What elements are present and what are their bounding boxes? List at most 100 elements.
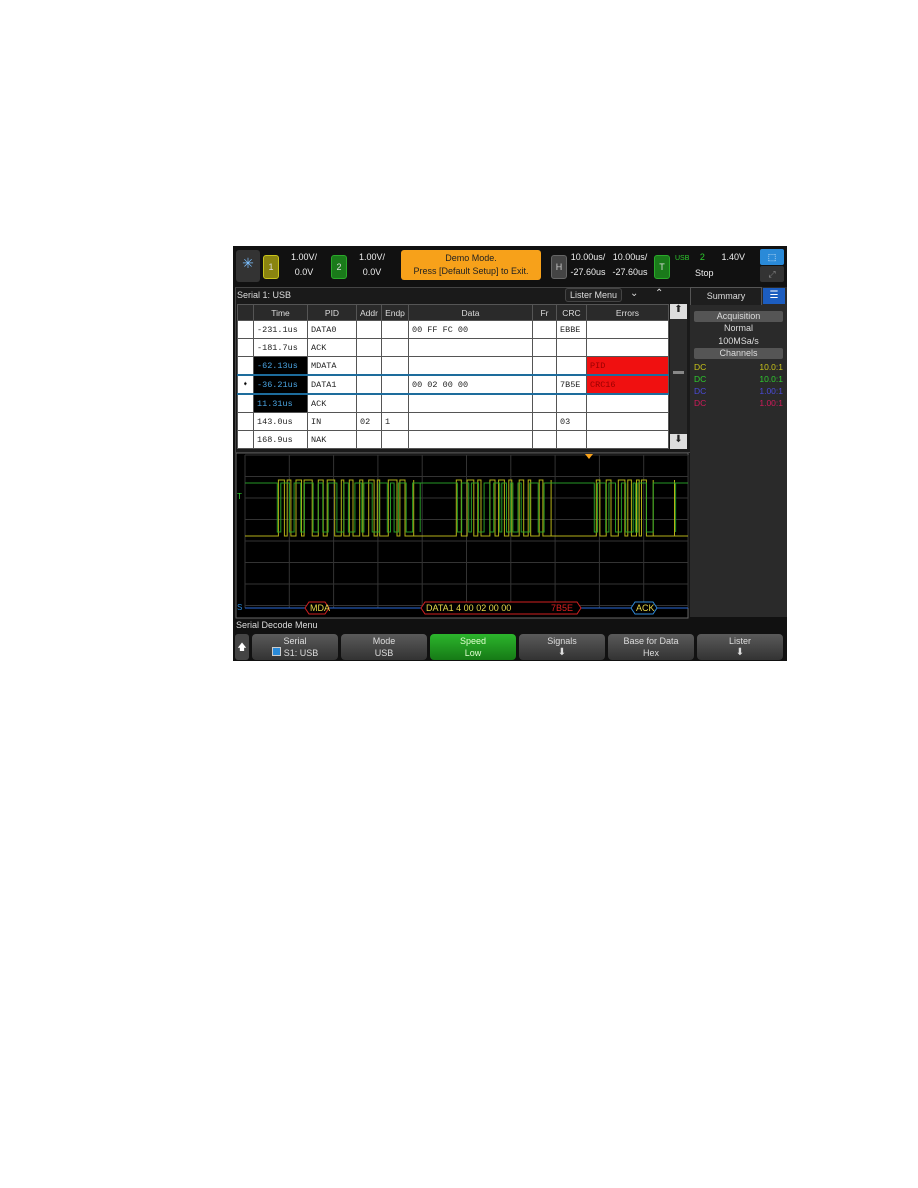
cell-addr xyxy=(356,320,382,339)
touch-gesture-icon[interactable]: ⤢ xyxy=(760,266,784,282)
softkey-serial[interactable]: Serial S1: USB xyxy=(252,634,338,660)
softkey-value-text: Low xyxy=(464,648,482,658)
col-endp[interactable]: Endp xyxy=(381,304,409,321)
run-status: Stop xyxy=(695,268,714,278)
cell-data xyxy=(408,356,533,376)
col-pid[interactable]: PID xyxy=(307,304,357,321)
cell-pid: ACK xyxy=(307,338,357,357)
cell-errors xyxy=(586,412,669,431)
summary-menu-icon[interactable]: ☰ xyxy=(763,288,785,304)
scroll-down-arrow-icon[interactable]: ⬇ xyxy=(670,434,687,449)
table-row[interactable]: 168.9us NAK xyxy=(237,430,669,449)
row-marker xyxy=(237,320,254,339)
col-data[interactable]: Data xyxy=(408,304,533,321)
demo-mode-banner: Demo Mode. Press [Default Setup] to Exit. xyxy=(401,250,541,280)
cell-pid: MDATA xyxy=(307,356,357,376)
lister-scrollbar[interactable]: ⬆ ⬇ xyxy=(670,304,687,449)
scroll-up-arrow-icon[interactable]: ⬆ xyxy=(670,304,687,319)
table-row[interactable]: -181.7us ACK xyxy=(237,338,669,357)
down-arrow-icon: ⬇ xyxy=(557,647,567,658)
cell-endp xyxy=(381,338,409,357)
table-row[interactable]: ➧ -36.21us DATA1 00 02 00 00 7B5E CRC16 xyxy=(237,374,669,395)
cell-endp: 1 xyxy=(381,412,409,431)
cell-addr: 02 xyxy=(356,412,382,431)
table-row[interactable]: -231.1us DATA0 00 FF FC 00 EBBE xyxy=(237,320,669,339)
cell-endp xyxy=(381,393,409,413)
lister-menu-button[interactable]: Lister Menu xyxy=(565,288,623,302)
cell-errors xyxy=(586,393,669,413)
cell-fr xyxy=(532,430,557,449)
col-time[interactable]: Time xyxy=(253,304,308,321)
serial-bus-label: S xyxy=(237,603,242,612)
horizontal-button[interactable]: H xyxy=(551,255,567,279)
cell-crc: 03 xyxy=(556,412,587,431)
trigger-source: 2 xyxy=(699,252,705,262)
cell-pid: ACK xyxy=(307,393,357,413)
softkey-signals[interactable]: Signals ⬇ xyxy=(519,634,605,660)
channel-summary-4: DC 1.00:1 xyxy=(690,397,787,409)
cell-fr xyxy=(532,393,557,413)
row-marker xyxy=(237,412,254,431)
cell-addr xyxy=(356,374,382,395)
softkey-speed[interactable]: Speed Low xyxy=(430,634,516,660)
cell-fr xyxy=(532,412,557,431)
softkey-value-text: Hex xyxy=(642,648,659,658)
channel-summary-3: DC 1.00:1 xyxy=(690,385,787,397)
zoom-box-icon[interactable]: ⬚ xyxy=(760,249,784,265)
col-addr[interactable]: Addr xyxy=(356,304,382,321)
softkey-value: S1: USB xyxy=(252,647,338,659)
cell-data xyxy=(408,393,533,413)
acquisition-header: Acquisition xyxy=(694,311,783,322)
softkey-label: Base for Data xyxy=(623,636,679,646)
cell-fr xyxy=(532,356,557,376)
cell-fr xyxy=(532,374,557,395)
trigger-button[interactable]: T xyxy=(654,255,670,279)
cell-data xyxy=(408,430,533,449)
col-marker xyxy=(237,304,254,321)
decode-packet-text: ACK xyxy=(636,603,655,613)
probe-ratio: 1.00:1 xyxy=(759,398,783,408)
time-scale: 10.00us/ xyxy=(570,252,606,262)
ch2-scale: 1.00V/ xyxy=(358,252,386,262)
softkey-label: Mode xyxy=(372,636,396,646)
softkey-base-for-data[interactable]: Base for Data Hex xyxy=(608,634,694,660)
cell-addr xyxy=(356,338,382,357)
ch2-offset: 0.0V xyxy=(362,267,382,277)
scroll-up-fast-icon[interactable]: ⌃ xyxy=(655,288,663,299)
probe-ratio: 1.00:1 xyxy=(759,386,783,396)
decode-packet-text: MDA xyxy=(310,603,330,613)
channel-2-button[interactable]: 2 xyxy=(331,255,347,279)
demo-line1: Demo Mode. xyxy=(445,253,497,263)
cell-errors xyxy=(586,320,669,339)
col-crc[interactable]: CRC xyxy=(556,304,587,321)
lister-table: Time PID Addr Endp Data Fr CRC Errors -231.1us D… xyxy=(237,304,669,449)
softkey-lister[interactable]: Lister ⬇ xyxy=(697,634,783,660)
cell-time: 11.31us xyxy=(253,393,308,413)
cell-crc: 7B5E xyxy=(556,374,587,395)
channel-1-button[interactable]: 1 xyxy=(263,255,279,279)
col-fr[interactable]: Fr xyxy=(532,304,557,321)
softkey-label: Serial xyxy=(283,636,307,646)
scroll-down-fast-icon[interactable]: ⌄ xyxy=(630,288,638,299)
trigger-type: USB xyxy=(675,255,690,262)
table-row[interactable]: -62.13us MDATA PID xyxy=(237,356,669,376)
cell-endp xyxy=(381,430,409,449)
waveform-display[interactable]: T S MDA DATA1 4 00 02 00 00 7B5E ACK xyxy=(233,453,689,619)
trigger-settings: USB 2 1.40V Stop xyxy=(675,250,753,281)
menu-up-button[interactable]: 🡅 xyxy=(235,634,249,660)
cell-addr xyxy=(356,393,382,413)
down-arrow-icon: ⬇ xyxy=(735,647,745,658)
scroll-thumb[interactable] xyxy=(673,371,684,374)
probe-ratio: 10.0:1 xyxy=(759,362,783,372)
table-row[interactable]: 11.31us ACK xyxy=(237,393,669,413)
softkey-mode[interactable]: Mode USB xyxy=(341,634,427,660)
cell-errors xyxy=(586,430,669,449)
cell-crc xyxy=(556,356,587,376)
main-menu-button[interactable]: ✳ xyxy=(236,250,260,282)
cell-time: 143.0us xyxy=(253,412,308,431)
col-errors[interactable]: Errors xyxy=(586,304,669,321)
summary-tab[interactable]: Summary xyxy=(690,287,762,305)
table-row[interactable]: 143.0us IN 02 1 03 xyxy=(237,412,669,431)
cell-pid: NAK xyxy=(307,430,357,449)
decode-crc-text: 7B5E xyxy=(551,603,573,613)
